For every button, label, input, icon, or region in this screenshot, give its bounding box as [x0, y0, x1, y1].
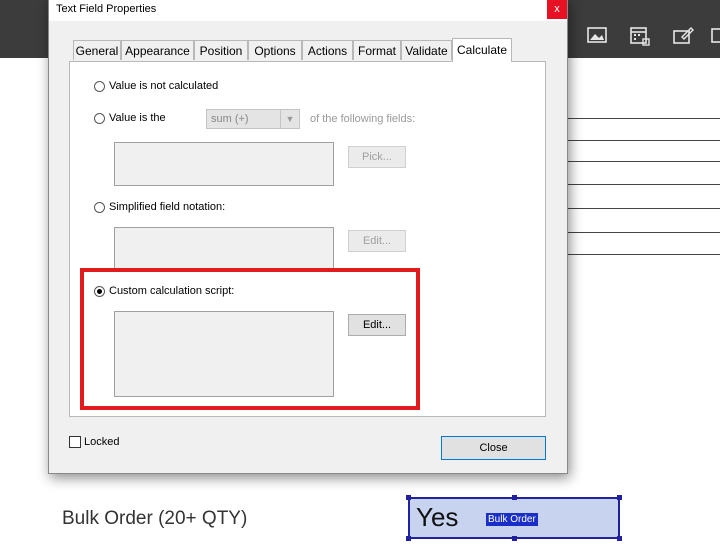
form-line	[566, 118, 720, 119]
form-line	[566, 161, 720, 162]
resize-handle[interactable]	[406, 495, 411, 500]
tab-format[interactable]: Format	[353, 40, 401, 60]
image-icon[interactable]	[584, 22, 610, 48]
text-field-properties-dialog: Text Field Properties x General Appearan…	[48, 0, 568, 474]
tab-options[interactable]: Options	[248, 40, 302, 60]
radio-label: Simplified field notation:	[109, 201, 226, 213]
locked-checkbox-row[interactable]: Locked	[69, 436, 119, 448]
calendar-icon[interactable]	[626, 22, 652, 48]
close-button[interactable]: Close	[441, 436, 546, 460]
chevron-down-icon: ▼	[280, 110, 299, 128]
following-fields-text: of the following fields:	[310, 113, 416, 125]
form-line	[566, 232, 720, 233]
pick-button[interactable]: Pick...	[348, 146, 406, 168]
resize-handle[interactable]	[617, 495, 622, 500]
form-line	[566, 184, 720, 185]
more-icon[interactable]	[708, 22, 720, 48]
tab-position[interactable]: Position	[194, 40, 248, 60]
resize-handle[interactable]	[406, 536, 411, 541]
custom-edit-button[interactable]: Edit...	[348, 314, 406, 336]
locked-label: Locked	[84, 436, 120, 448]
tab-appearance[interactable]: Appearance	[121, 40, 194, 60]
radio-button[interactable]	[94, 201, 105, 213]
field-name-tag: Bulk Order	[486, 513, 538, 526]
radio-label: Custom calculation script:	[109, 285, 235, 297]
radio-value-is-the[interactable]: Value is the	[94, 112, 166, 124]
radio-button[interactable]	[94, 112, 105, 124]
radio-simplified[interactable]: Simplified field notation:	[94, 201, 225, 213]
simplified-edit-button[interactable]: Edit...	[348, 230, 406, 252]
tab-validate[interactable]: Validate	[401, 40, 452, 60]
field-value: Yes	[416, 502, 459, 532]
radio-not-calculated[interactable]: Value is not calculated	[94, 80, 218, 92]
operation-select-value: sum (+)	[211, 113, 249, 125]
form-line	[566, 140, 720, 141]
operation-select[interactable]: sum (+) ▼	[206, 109, 300, 129]
bulk-order-field[interactable]: Yes Bulk Order	[406, 495, 622, 541]
radio-label: Value is the	[109, 112, 166, 124]
bulk-order-label: Bulk Order (20+ QTY)	[62, 508, 248, 529]
tab-general[interactable]: General	[73, 40, 121, 60]
form-line	[566, 208, 720, 209]
edit-signature-icon[interactable]	[670, 22, 696, 48]
radio-custom-script[interactable]: Custom calculation script:	[94, 285, 234, 297]
radio-label: Value is not calculated	[109, 80, 219, 92]
calculate-panel: Value is not calculated Value is the sum…	[69, 61, 546, 417]
dialog-title: Text Field Properties	[56, 3, 157, 15]
tab-actions[interactable]: Actions	[302, 40, 353, 60]
dialog-titlebar[interactable]: Text Field Properties x	[49, 0, 567, 21]
radio-button[interactable]	[94, 285, 105, 297]
tab-calculate[interactable]: Calculate	[452, 38, 512, 62]
radio-button[interactable]	[94, 80, 105, 92]
locked-checkbox[interactable]	[69, 436, 81, 448]
simplified-notation-box[interactable]	[114, 227, 334, 271]
resize-handle[interactable]	[512, 536, 517, 541]
resize-handle[interactable]	[512, 495, 517, 500]
close-icon[interactable]: x	[547, 0, 567, 19]
resize-handle[interactable]	[617, 536, 622, 541]
fields-list-box[interactable]	[114, 142, 334, 186]
custom-script-box[interactable]	[114, 311, 334, 397]
form-line	[566, 254, 720, 255]
